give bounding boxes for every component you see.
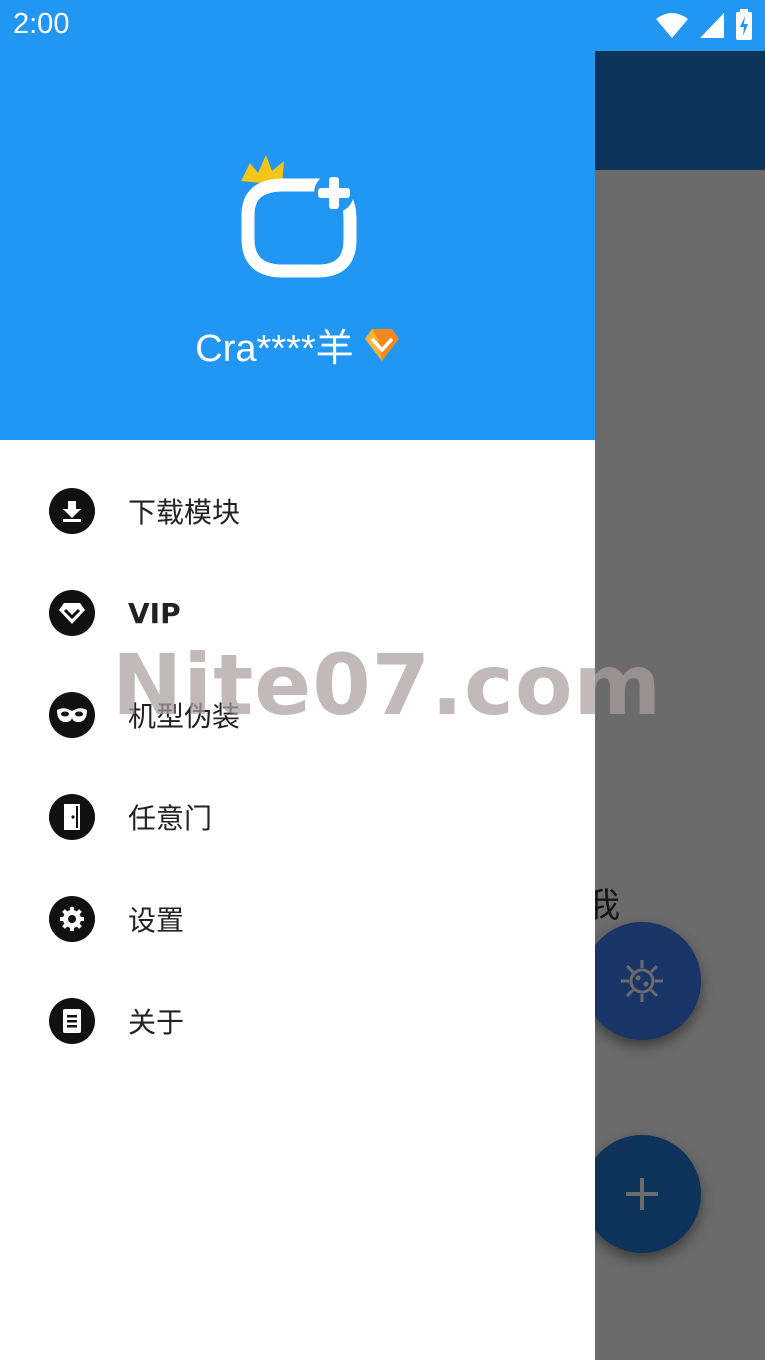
battery-charging-icon (736, 9, 752, 40)
signal-icon (700, 13, 724, 38)
vip-diamond-icon (49, 590, 95, 636)
gear-icon (49, 896, 95, 942)
wifi-icon (656, 13, 688, 38)
mask-icon (49, 692, 95, 738)
menu-item-label: VIP (128, 596, 181, 630)
user-avatar[interactable] (238, 155, 358, 283)
username-row: Cra****羊 (0, 317, 595, 372)
status-icons (655, 9, 753, 41)
menu-item-label: 任意门 (128, 802, 213, 835)
drawer-header: Cra****羊 (0, 51, 595, 440)
watermark-text: Nite07.com (112, 636, 663, 734)
menu-item-settings[interactable]: 设置 (0, 868, 595, 970)
menu-item-about[interactable]: 关于 (0, 970, 595, 1072)
menu-item-download-modules[interactable]: 下载模块 (0, 460, 595, 562)
download-icon (49, 488, 95, 534)
drawer-menu: 下载模块 VIP 机型伪装 任意门 设置 关于 (0, 440, 595, 1072)
document-icon (49, 998, 95, 1044)
menu-item-any-door[interactable]: 任意门 (0, 766, 595, 868)
menu-item-label: 设置 (128, 904, 185, 937)
crown-plus-logo (241, 155, 357, 278)
diamond-icon (364, 328, 399, 361)
status-time: 2:00 (13, 8, 70, 40)
menu-item-label: 下载模块 (128, 496, 241, 529)
menu-item-label: 关于 (128, 1006, 185, 1039)
door-icon (49, 794, 95, 840)
status-bar: 2:00 (0, 0, 765, 51)
username: Cra****羊 (195, 328, 354, 370)
